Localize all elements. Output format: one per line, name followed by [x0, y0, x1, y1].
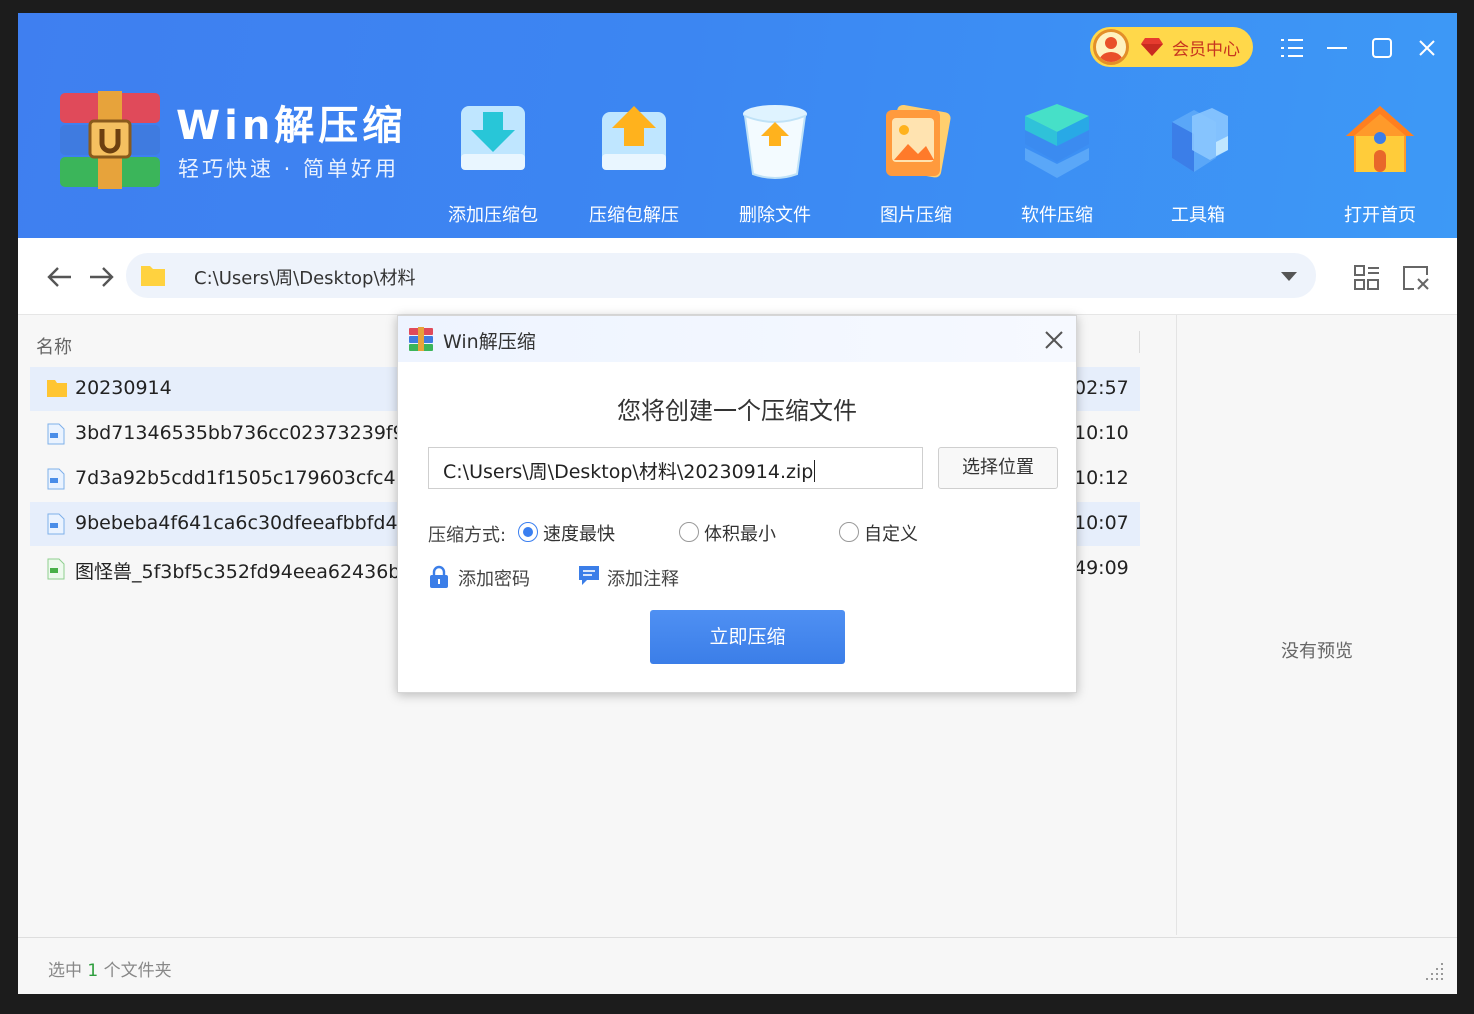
dialog-close-button[interactable] [1042, 328, 1066, 352]
maximize-button[interactable] [1365, 33, 1399, 63]
text-caret [814, 460, 816, 482]
choose-location-button[interactable]: 选择位置 [938, 447, 1058, 489]
compress-dialog: Win解压缩 您将创建一个压缩文件 C:\Users\周\Desktop\材料\… [397, 315, 1077, 693]
user-avatar [1093, 29, 1129, 65]
tool-delete-file[interactable]: 删除文件 [720, 98, 830, 228]
vip-center-button[interactable]: 会员中心 [1090, 27, 1253, 67]
close-icon [1045, 331, 1063, 349]
no-preview-text: 没有预览 [1281, 641, 1353, 662]
image-file-icon [47, 468, 65, 490]
column-header-name[interactable]: 名称 [36, 333, 72, 359]
column-divider[interactable] [1139, 331, 1140, 353]
tool-toolbox[interactable]: 工具箱 [1143, 98, 1253, 228]
minimize-button[interactable] [1320, 33, 1354, 63]
app-logo-icon [60, 91, 160, 189]
address-toolbar: C:\Users\周\Desktop\材料 [18, 238, 1457, 315]
compress-now-button[interactable]: 立即压缩 [650, 610, 845, 664]
lock-icon [430, 565, 448, 588]
close-preview-button[interactable] [1401, 263, 1431, 293]
add-archive-icon [461, 106, 525, 170]
dialog-message: 您将创建一个压缩文件 [617, 397, 857, 425]
app-window: Win解压缩 轻巧快速 · 简单好用 添加压缩包 压缩包解压 删除文件 图片压缩… [18, 13, 1457, 994]
menu-button[interactable] [1275, 33, 1309, 63]
software-compress-icon [1025, 104, 1089, 178]
folder-icon [141, 266, 165, 286]
tool-extract-archive[interactable]: 压缩包解压 [579, 98, 689, 228]
address-path: C:\Users\周\Desktop\材料 [194, 268, 416, 289]
app-header: Win解压缩 轻巧快速 · 简单好用 添加压缩包 压缩包解压 删除文件 图片压缩… [18, 13, 1457, 238]
maximize-icon [1372, 38, 1392, 58]
delete-file-icon [743, 105, 807, 179]
dialog-title: Win解压缩 [443, 331, 536, 353]
minimize-icon [1327, 47, 1347, 49]
tool-open-home[interactable]: 打开首页 [1325, 98, 1435, 228]
image-file-icon [47, 513, 65, 535]
arrow-right-icon [90, 267, 114, 287]
diamond-icon [1141, 38, 1163, 56]
status-bar: 选中 1 个文件夹 [18, 937, 1457, 994]
png-file-icon [47, 558, 65, 580]
view-mode-button[interactable] [1352, 263, 1382, 293]
layout-grid-icon [1354, 265, 1379, 290]
address-field[interactable]: C:\Users\周\Desktop\材料 [126, 253, 1316, 298]
tool-image-compress[interactable]: 图片压缩 [861, 98, 971, 228]
list-menu-icon [1281, 39, 1303, 57]
tool-add-archive[interactable]: 添加压缩包 [438, 98, 548, 228]
app-title: Win解压缩 [176, 103, 407, 149]
selection-count: 1 [87, 961, 99, 981]
tool-software-compress[interactable]: 软件压缩 [1002, 98, 1112, 228]
app-subtitle: 轻巧快速 · 简单好用 [178, 157, 400, 181]
extract-archive-icon [602, 106, 666, 170]
dialog-titlebar[interactable]: Win解压缩 [398, 316, 1076, 362]
toolbox-icon [1172, 108, 1228, 172]
back-button[interactable] [45, 262, 75, 292]
close-icon [1419, 40, 1435, 56]
chevron-down-icon[interactable] [1280, 271, 1298, 282]
preview-close-icon [1403, 266, 1429, 290]
arrow-left-icon [47, 267, 71, 287]
app-logo-icon [409, 327, 433, 351]
forward-button[interactable] [86, 262, 116, 292]
close-button[interactable] [1410, 33, 1444, 63]
folder-icon [47, 380, 67, 397]
preview-pane: 没有预览 [1176, 315, 1457, 935]
output-path-input[interactable]: C:\Users\周\Desktop\材料\20230914.zip [428, 447, 923, 489]
image-file-icon [47, 423, 65, 445]
selection-status: 选中 1 个文件夹 [48, 961, 172, 981]
home-icon [1346, 106, 1414, 172]
image-compress-icon [886, 104, 951, 178]
resize-grip-icon[interactable] [1423, 960, 1445, 982]
compress-mode-label: 压缩方式: [428, 525, 507, 546]
comment-icon [579, 566, 599, 585]
user-avatar-icon [1099, 37, 1123, 62]
